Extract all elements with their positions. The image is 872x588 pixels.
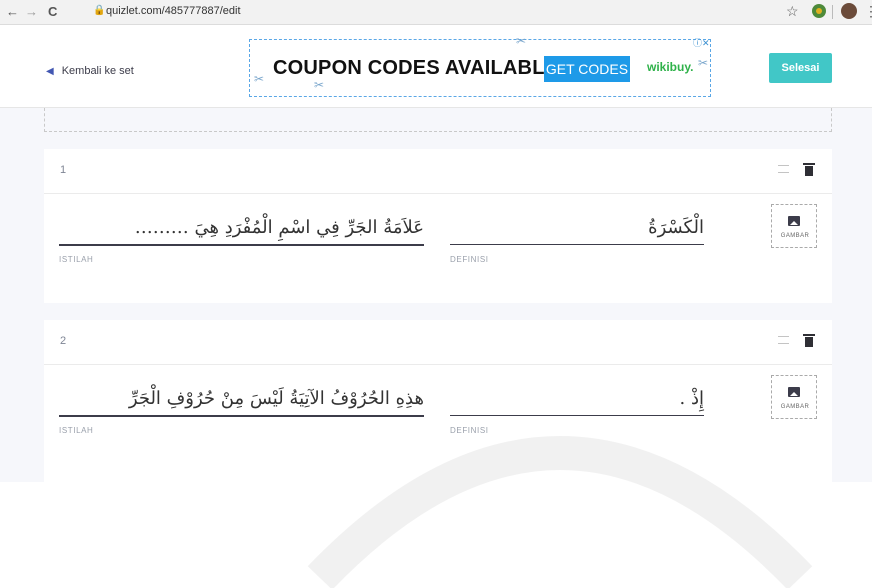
editor-content: 1 عَلاَمَةُ الجَرِّ فِي اسْمِ الْمُفْرَد… [0,108,872,588]
term-text: هذِهِ الحُرُوْفُ الآتِيَةُ لَيْسَ مِنْ ح… [128,388,424,409]
bookmark-star-icon[interactable]: ☆ [786,3,799,20]
drag-handle-icon[interactable] [778,336,789,344]
scissors-icon: ✂ [314,78,325,92]
address-bar[interactable]: quizlet.com/485777887/edit [106,5,241,17]
chevron-left-icon: ◀ [46,65,54,77]
drag-handle-icon[interactable] [778,165,789,173]
card-number: 1 [60,164,67,176]
scissors-icon: ✂ [516,34,527,48]
ad-headline: COUPON CODES AVAILABLE [273,57,559,79]
add-image-button[interactable]: GAMBAR [771,204,817,248]
done-button[interactable]: Selesai [769,53,832,83]
scissors-icon: ✂ [254,72,265,86]
term-card: 2 هذِهِ الحُرُوْفُ الآتِيَةُ لَيْسَ مِنْ… [44,320,832,482]
browser-toolbar: ← → C 🔒 quizlet.com/485777887/edit ☆ ⋮ [0,0,872,25]
back-to-set-label: Kembali ke set [61,65,134,77]
extension-icon[interactable] [812,4,826,18]
ad-brand-logo: wikibuy. [647,60,694,74]
get-codes-button[interactable]: GET CODES [544,56,630,82]
profile-avatar[interactable] [841,3,857,19]
card-body: هذِهِ الحُرُوْفُ الآتِيَةُ لَيْسَ مِنْ ح… [44,365,832,483]
scissors-icon: ✂ [698,56,709,70]
definition-label: DEFINISI [450,255,489,264]
term-label: ISTILAH [59,426,94,435]
definition-input[interactable]: إِذْ . [450,381,704,416]
definition-label: DEFINISI [450,426,489,435]
card-header: 2 [44,320,832,365]
card-number: 2 [60,335,67,347]
coupon-ad-banner[interactable]: ✂ ✂ ✂ ✂ COUPON CODES AVAILABLE GET CODES… [249,34,711,97]
card-header: 1 [44,149,832,194]
trash-icon[interactable] [803,334,815,347]
term-input[interactable]: هذِهِ الحُرُوْفُ الآتِيَةُ لَيْسَ مِنْ ح… [59,381,424,417]
forward-arrow-icon[interactable]: → [25,4,38,20]
previous-card-edge [44,108,832,132]
lock-icon: 🔒 [93,5,106,16]
term-card: 1 عَلاَمَةُ الجَرِّ فِي اسْمِ الْمُفْرَد… [44,149,832,303]
back-to-set-link[interactable]: ◀ Kembali ke set [46,65,134,77]
ad-close-icon[interactable]: ⓘ✕ [693,36,710,49]
term-label: ISTILAH [59,255,94,264]
browser-menu-icon[interactable]: ⋮ [864,3,872,20]
definition-text: الْكَسْرَةُ [648,217,704,238]
image-icon [788,387,800,397]
definition-text: إِذْ . [679,388,704,409]
app-header: ◀ Kembali ke set ✂ ✂ ✂ ✂ COUPON CODES AV… [0,25,872,108]
add-image-button[interactable]: GAMBAR [771,375,817,419]
image-icon [788,216,800,226]
card-body: عَلاَمَةُ الجَرِّ فِي اسْمِ الْمُفْرَدِ … [44,194,832,304]
image-label: GAMBAR [780,233,810,239]
reload-icon[interactable]: C [48,4,57,20]
trash-icon[interactable] [803,163,815,176]
image-label: GAMBAR [780,404,810,410]
term-text: عَلاَمَةُ الجَرِّ فِي اسْمِ الْمُفْرَدِ … [134,217,424,238]
back-arrow-icon[interactable]: ← [6,4,19,20]
term-input[interactable]: عَلاَمَةُ الجَرِّ فِي اسْمِ الْمُفْرَدِ … [59,210,424,246]
toolbar-divider [832,5,833,19]
definition-input[interactable]: الْكَسْرَةُ [450,210,704,245]
